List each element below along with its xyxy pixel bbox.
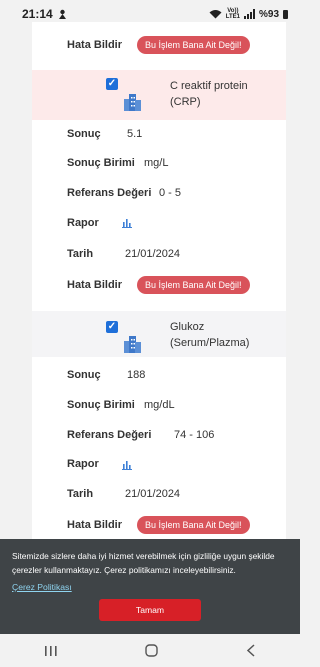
status-time: 21:14 bbox=[22, 7, 53, 21]
recent-apps-icon[interactable] bbox=[44, 645, 58, 657]
not-mine-button[interactable]: Bu İşlem Bana Ait Değil! bbox=[137, 276, 250, 294]
reference-label: Referans Değeri bbox=[67, 187, 152, 199]
test-name: C reaktif protein (CRP) bbox=[170, 80, 248, 108]
report-chart-icon[interactable] bbox=[122, 218, 132, 228]
reference-value: 74 - 106 bbox=[174, 429, 215, 441]
system-nav-bar bbox=[0, 634, 300, 667]
results-card: Hata Bildir Bu İşlem Bana Ait Değil! ✓ C… bbox=[32, 22, 286, 542]
report-label: Hata Bildir bbox=[67, 39, 123, 51]
test-header-crp: ✓ C reaktif protein (CRP) bbox=[32, 70, 286, 120]
cookie-message: Sitemizde sizlere daha iyi hizmet verebi… bbox=[12, 551, 275, 575]
date-label: Tarih bbox=[67, 488, 94, 500]
report-chart-icon[interactable] bbox=[122, 460, 132, 470]
test-checkbox[interactable]: ✓ bbox=[106, 321, 118, 333]
home-icon[interactable] bbox=[145, 644, 159, 657]
result-label: Sonuç bbox=[67, 128, 101, 140]
report-file-label: Rapor bbox=[67, 458, 99, 470]
not-mine-button[interactable]: Bu İşlem Bana Ait Değil! bbox=[137, 516, 250, 534]
unit-label: Sonuç Birimi bbox=[67, 157, 135, 169]
notification-icon bbox=[58, 9, 66, 19]
cookie-banner: Sitemizde sizlere daha iyi hizmet verebi… bbox=[0, 539, 300, 634]
date-value: 21/01/2024 bbox=[125, 488, 181, 500]
report-label: Hata Bildir bbox=[67, 519, 123, 531]
test-header-glukoz: ✓ Glukoz (Serum/Plazma) bbox=[32, 311, 286, 357]
date-label: Tarih bbox=[67, 248, 94, 260]
lab-building-icon bbox=[124, 94, 141, 111]
accept-cookies-button[interactable]: Tamam bbox=[99, 599, 201, 621]
unit-value: mg/dL bbox=[144, 399, 175, 411]
battery-level: %93 bbox=[258, 8, 279, 20]
unit-label: Sonuç Birimi bbox=[67, 399, 135, 411]
result-value: 5.1 bbox=[127, 128, 143, 140]
not-mine-button[interactable]: Bu İşlem Bana Ait Değil! bbox=[137, 36, 250, 54]
volte-indicator: Vo)) LTE1 bbox=[225, 8, 240, 20]
signal-icon bbox=[243, 9, 255, 19]
test-checkbox[interactable]: ✓ bbox=[106, 78, 118, 90]
date-value: 21/01/2024 bbox=[125, 248, 181, 260]
lab-building-icon bbox=[124, 336, 141, 353]
cookie-policy-link[interactable]: Çerez Politikası bbox=[12, 582, 288, 592]
result-value: 188 bbox=[127, 369, 146, 381]
test-name: Glukoz (Serum/Plazma) bbox=[170, 321, 250, 349]
battery-icon bbox=[283, 9, 288, 19]
reference-label: Referans Değeri bbox=[67, 429, 152, 441]
unit-value: mg/L bbox=[144, 157, 169, 169]
back-icon[interactable] bbox=[246, 644, 256, 657]
wifi-icon bbox=[209, 10, 222, 19]
result-label: Sonuç bbox=[67, 369, 101, 381]
report-label: Hata Bildir bbox=[67, 279, 123, 291]
reference-value: 0 - 5 bbox=[159, 187, 182, 199]
report-file-label: Rapor bbox=[67, 217, 99, 229]
